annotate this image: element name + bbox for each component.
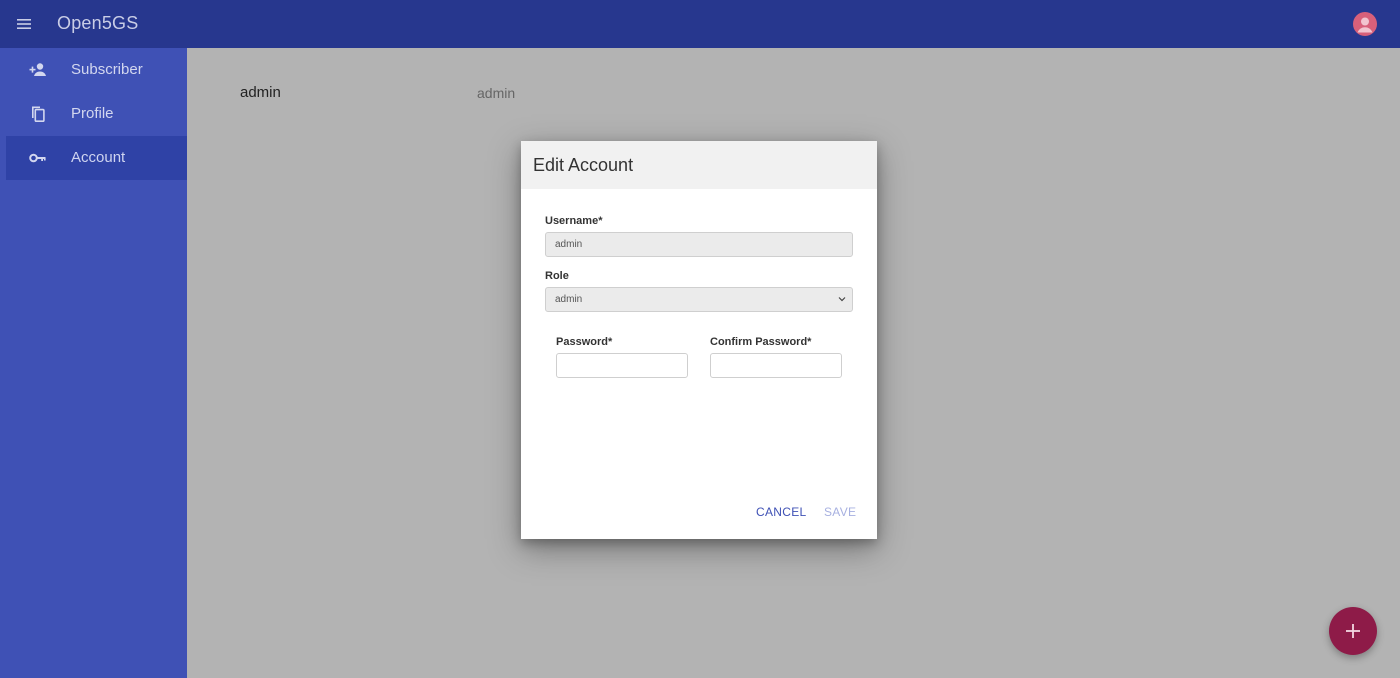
add-person-icon [28, 60, 48, 80]
cancel-button[interactable]: CANCEL [756, 505, 806, 519]
sidebar: Subscriber Profile Account [0, 48, 187, 678]
password-field[interactable] [556, 353, 688, 378]
confirm-password-field[interactable] [710, 353, 842, 378]
sidebar-item-profile[interactable]: Profile [6, 92, 187, 136]
save-button[interactable]: SAVE [824, 505, 856, 519]
edit-account-dialog: Edit Account Username* admin Role admin … [521, 141, 877, 539]
sidebar-item-label: Profile [71, 105, 114, 122]
copy-icon [28, 104, 48, 124]
role-select[interactable]: admin [545, 287, 853, 312]
plus-icon [1346, 624, 1360, 638]
avatar-icon[interactable] [1353, 12, 1377, 36]
add-button[interactable] [1329, 607, 1377, 655]
chevron-down-icon [838, 295, 846, 303]
role-value: admin [555, 294, 583, 305]
account-username: admin [240, 84, 281, 101]
sidebar-item-label: Subscriber [71, 61, 143, 78]
account-role: admin [477, 85, 516, 101]
menu-icon[interactable] [14, 14, 34, 34]
sidebar-item-subscriber[interactable]: Subscriber [6, 48, 187, 92]
sidebar-item-label: Account [71, 149, 126, 166]
password-label: Password* [556, 336, 613, 348]
dialog-header: Edit Account [521, 141, 877, 189]
key-icon [28, 148, 48, 168]
role-label: Role [545, 270, 569, 282]
username-label: Username* [545, 215, 603, 227]
app-title: Open5GS [57, 13, 139, 33]
confirm-password-label: Confirm Password* [710, 336, 812, 348]
sidebar-item-account[interactable]: Account [6, 136, 187, 180]
username-value: admin [555, 239, 583, 250]
app-bar: Open5GS [0, 0, 1400, 48]
dialog-title: Edit Account [533, 154, 634, 175]
username-field: admin [545, 232, 853, 257]
